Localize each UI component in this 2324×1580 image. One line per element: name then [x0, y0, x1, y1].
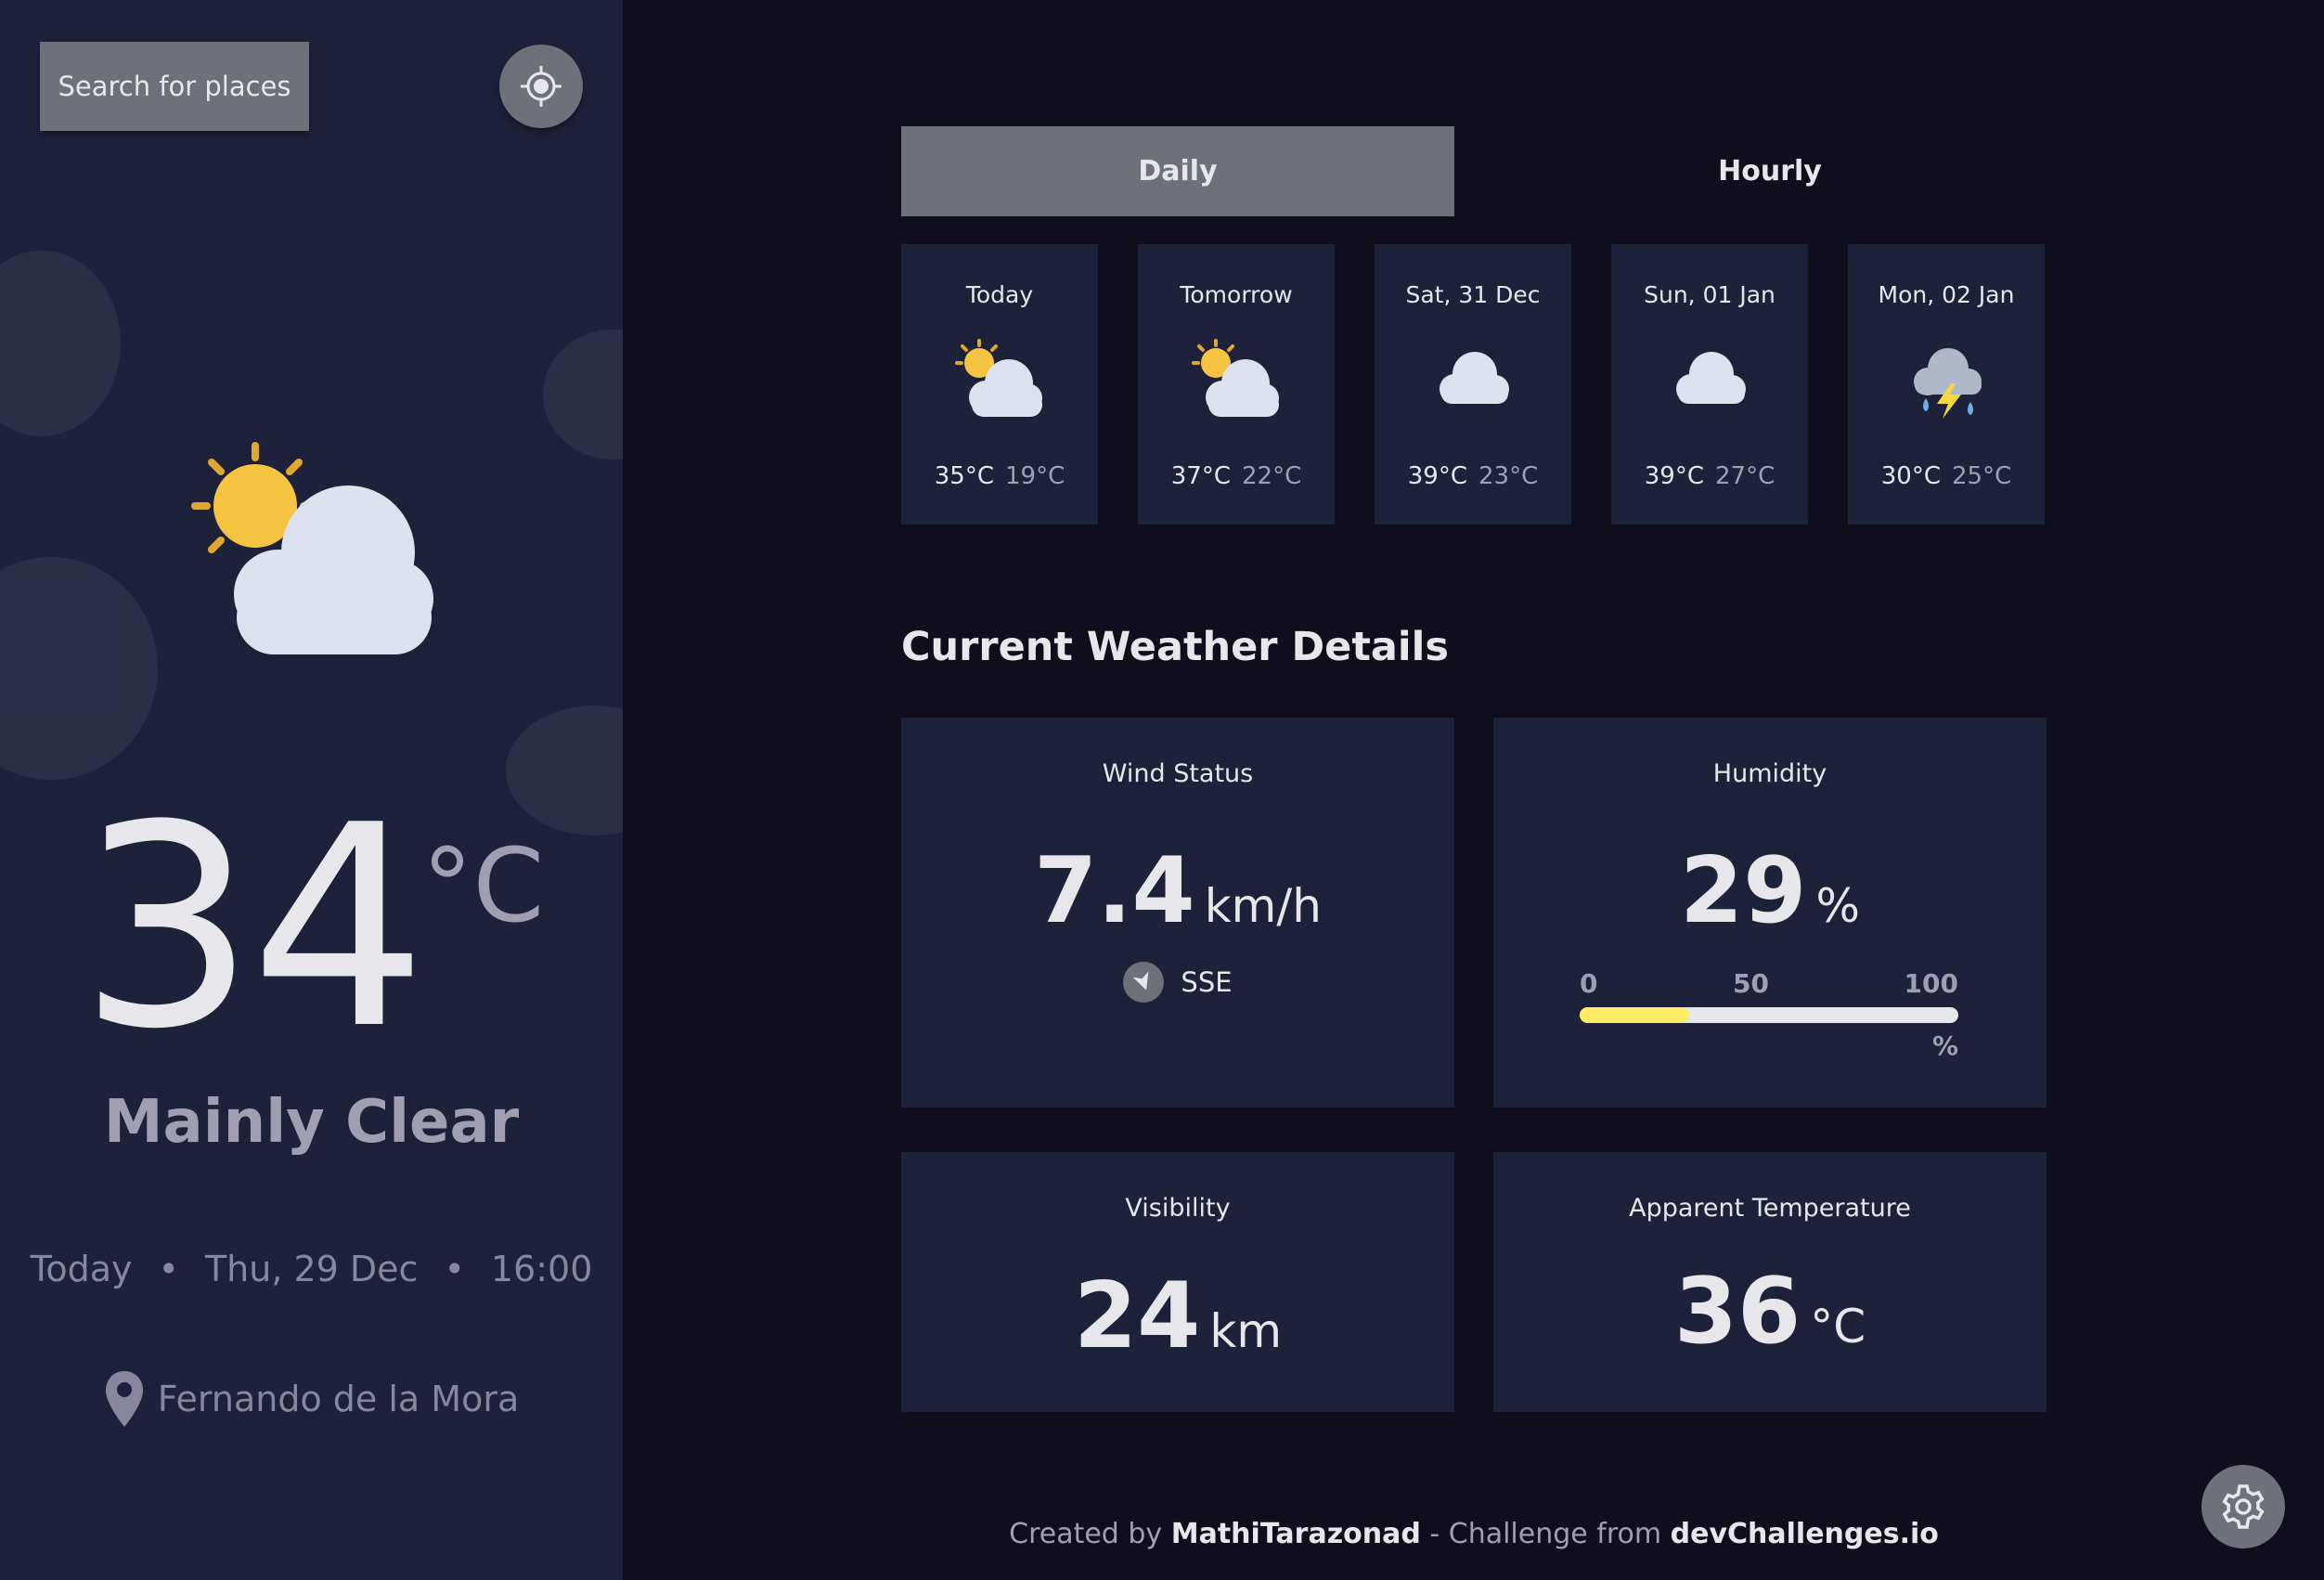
forecast-card: Sat, 31 Dec 39°C 23°C	[1375, 244, 1571, 525]
footer-created-by: Created by	[1009, 1518, 1163, 1550]
forecast-card: Mon, 02 Jan 30°C 25°C	[1848, 244, 2045, 525]
forecast-min: 25°C	[1952, 462, 2012, 490]
footer-author-link[interactable]: MathiTarazonad	[1171, 1518, 1421, 1550]
footer-site-link[interactable]: devChallenges.io	[1671, 1518, 1939, 1550]
temperature-value: 34	[78, 766, 428, 1090]
apparent-temperature-card: Apparent Temperature 36 °C	[1493, 1152, 2046, 1412]
humidity-scale-min: 0	[1580, 968, 1598, 999]
wind-value: 7.4	[1034, 838, 1195, 944]
forecast-max: 35°C	[934, 462, 994, 490]
humidity-label: Humidity	[1712, 759, 1827, 788]
forecast-min: 27°C	[1715, 462, 1775, 490]
footer: Created by MathiTarazonad - Challenge fr…	[901, 1518, 2046, 1550]
forecast-min: 23°C	[1478, 462, 1539, 490]
sun-cloud-icon	[955, 339, 1042, 417]
sun-cloud-icon	[1192, 339, 1279, 417]
weather-condition: Mainly Clear	[103, 1088, 520, 1157]
location-row: Fernando de la Mora	[0, 1369, 623, 1429]
humidity-bar	[1580, 1007, 1958, 1023]
forecast-day: Sun, 01 Jan	[1644, 281, 1775, 308]
wind-direction-label: SSE	[1181, 966, 1233, 998]
tab-hourly[interactable]: Hourly	[1493, 126, 2046, 216]
forecast-max: 37°C	[1170, 462, 1231, 490]
footer-challenge: - Challenge from	[1429, 1518, 1662, 1550]
apparent-temperature-value: 36	[1673, 1259, 1801, 1365]
time-label: 16:00	[490, 1249, 593, 1289]
humidity-scale: 0 50 100	[1580, 968, 1958, 999]
details-title: Current Weather Details	[901, 624, 1449, 670]
thunderstorm-icon	[1914, 348, 1982, 419]
current-temperature: 34°C	[0, 789, 623, 1068]
separator-dot: •	[158, 1249, 179, 1289]
separator-dot: •	[444, 1249, 465, 1289]
forecast-day: Today	[965, 281, 1034, 308]
forecast-max: 39°C	[1407, 462, 1467, 490]
apparent-temperature-unit: °C	[1810, 1300, 1866, 1353]
visibility-value-row: 24 km	[901, 1263, 1454, 1369]
gear-icon	[2222, 1484, 2265, 1529]
visibility-unit: km	[1209, 1304, 1283, 1358]
humidity-scale-max: 100	[1904, 968, 1958, 999]
forecast-min: 19°C	[1005, 462, 1065, 490]
forecast-day: Sat, 31 Dec	[1405, 281, 1541, 308]
sidebar: Search for places 34°C Mainly Clear Toda…	[0, 0, 623, 1580]
humidity-scale-mid: 50	[1733, 968, 1769, 999]
crosshair-icon	[521, 66, 562, 107]
bg-cloud-decor	[0, 557, 158, 780]
cloud-icon	[1676, 352, 1746, 404]
wind-status-card: Wind Status 7.4 km/h	[901, 718, 1454, 1107]
bg-cloud-decor	[543, 330, 623, 460]
location-name: Fernando de la Mora	[157, 1379, 520, 1419]
forecast-max: 30°C	[1880, 462, 1941, 490]
settings-button[interactable]	[2201, 1465, 2285, 1548]
view-tabs: Daily Hourly	[901, 126, 2046, 216]
wind-value-row: 7.4 km/h	[901, 838, 1454, 944]
sun-cloud-icon	[191, 442, 433, 654]
apparent-temperature-value-row: 36 °C	[1493, 1259, 2046, 1365]
visibility-label: Visibility	[1125, 1194, 1231, 1223]
forecast-max: 39°C	[1644, 462, 1704, 490]
humidity-value-row: 29%	[1493, 838, 2046, 944]
humidity-value: 29	[1680, 838, 1807, 944]
navigation-arrow-icon	[1123, 962, 1165, 1003]
date-label: Thu, 29 Dec	[204, 1249, 419, 1289]
date-row: Today • Thu, 29 Dec • 16:00	[0, 1249, 623, 1289]
forecast-card: Sun, 01 Jan 39°C 27°C	[1611, 244, 1808, 525]
day-label: Today	[30, 1249, 133, 1289]
humidity-unit: %	[1815, 879, 1860, 933]
humidity-scale-unit: %	[1931, 1030, 1958, 1061]
humidity-bar-fill	[1580, 1007, 1690, 1023]
wind-direction: SSE	[901, 962, 1454, 1003]
wind-unit: km/h	[1204, 879, 1322, 933]
temperature-unit: °C	[421, 826, 545, 945]
forecast-card: Today 35°C 19°C	[901, 244, 1098, 525]
tab-daily[interactable]: Daily	[901, 126, 1454, 216]
map-pin-icon	[105, 1371, 143, 1427]
bg-cloud-decor	[0, 251, 121, 436]
forecast-day: Tomorrow	[1180, 281, 1293, 308]
current-location-button[interactable]	[499, 45, 583, 128]
forecast-card: Tomorrow 37°C 22°C	[1138, 244, 1335, 525]
forecast-min: 22°C	[1242, 462, 1302, 490]
apparent-temperature-label: Apparent Temperature	[1629, 1194, 1911, 1223]
forecast-day: Mon, 02 Jan	[1878, 281, 2015, 308]
cloud-icon	[1440, 352, 1509, 404]
search-places-button[interactable]: Search for places	[40, 42, 309, 131]
visibility-value: 24	[1073, 1263, 1201, 1369]
visibility-card: Visibility 24 km	[901, 1152, 1454, 1412]
wind-label: Wind Status	[1102, 759, 1254, 788]
